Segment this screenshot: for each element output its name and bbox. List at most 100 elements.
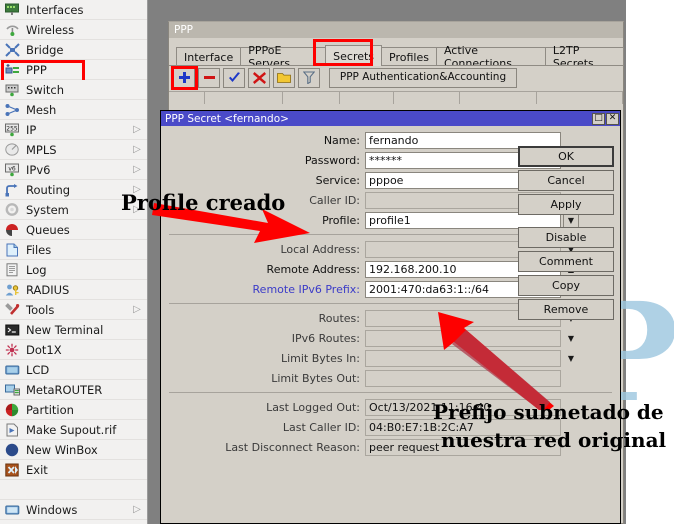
field-label: Remote Address: bbox=[167, 263, 365, 276]
winbox-sidebar-menu: Interfaces Wireless BridgePPPSwitchMesh 255… bbox=[0, 0, 148, 524]
tab-secrets[interactable]: Secrets bbox=[325, 45, 382, 66]
dialog-title: PPP Secret <fernando> bbox=[165, 113, 289, 125]
chevron-right-icon: ▷ bbox=[131, 304, 143, 315]
ppp-icon bbox=[4, 62, 20, 78]
sidebar-item-label: Routing bbox=[26, 183, 131, 197]
svg-text:v6: v6 bbox=[8, 165, 16, 172]
sidebar-item-radius[interactable]: RADIUS bbox=[0, 280, 147, 300]
ok-button-label: OK bbox=[558, 150, 574, 163]
field-label: Last Logged Out: bbox=[167, 401, 365, 414]
remove-button[interactable]: Remove bbox=[518, 299, 614, 320]
dialog-button-column: OK Cancel Apply Disable Comment Copy bbox=[518, 146, 614, 320]
radius-icon bbox=[4, 282, 20, 298]
exit-icon bbox=[4, 462, 20, 478]
section-divider bbox=[169, 392, 612, 393]
enable-button[interactable] bbox=[223, 68, 245, 88]
sidebar-item-label: Dot1X bbox=[26, 343, 131, 357]
field-label: Name: bbox=[167, 134, 365, 147]
sidebar-item-tools[interactable]: Tools▷ bbox=[0, 300, 147, 320]
sidebar-item-bridge[interactable]: Bridge bbox=[0, 40, 147, 60]
disable-entry-button[interactable]: Disable bbox=[518, 227, 614, 248]
comment-entry-button[interactable]: Comment bbox=[518, 251, 614, 272]
tab-active-connections[interactable]: Active Connections bbox=[436, 47, 546, 66]
remove-button[interactable] bbox=[198, 68, 220, 88]
plus-icon bbox=[178, 71, 191, 84]
ipv6-icon: v6 bbox=[4, 162, 20, 178]
ppp-tab-bar: Interface PPPoE Servers Secrets Profiles… bbox=[169, 44, 623, 66]
close-icon: ✕ bbox=[609, 114, 617, 123]
comment-button-label: Comment bbox=[539, 255, 593, 268]
apply-button-label: Apply bbox=[550, 198, 581, 211]
ok-button[interactable]: OK bbox=[518, 146, 614, 167]
ppp-authentication-accounting-button[interactable]: PPP Authentication&Accounting bbox=[329, 68, 517, 88]
sidebar-item-label: Wireless bbox=[26, 23, 131, 37]
disable-button-label: Disable bbox=[546, 231, 587, 244]
cancel-button[interactable]: Cancel bbox=[518, 170, 614, 191]
expand-down-arrow-icon[interactable]: ▼ bbox=[563, 350, 579, 367]
screenshot-root: InterfacesWirelessBridgePPPSwitchMesh255… bbox=[0, 0, 674, 524]
expand-down-arrow-icon[interactable]: ▼ bbox=[563, 330, 579, 347]
copy-button[interactable]: Copy bbox=[518, 275, 614, 296]
apply-button[interactable]: Apply bbox=[518, 194, 614, 215]
sidebar-item-files[interactable]: Files bbox=[0, 240, 147, 260]
sidebar-item-label: RADIUS bbox=[26, 283, 131, 297]
ppp-window-title: PPP bbox=[174, 24, 193, 36]
interfaces-icon bbox=[4, 2, 20, 18]
x-mark-icon bbox=[253, 72, 266, 84]
field-label: IPv6 Routes: bbox=[167, 332, 365, 345]
ppp-auth-button-label: PPP Authentication&Accounting bbox=[340, 72, 506, 83]
close-button[interactable]: ✕ bbox=[606, 113, 619, 125]
sidebar-item-interfaces[interactable]: Interfaces bbox=[0, 0, 147, 20]
partition-icon bbox=[4, 402, 20, 418]
sidebar-item-label: Log bbox=[26, 263, 131, 277]
sidebar-item-ip[interactable]: 255IP▷ bbox=[0, 120, 147, 140]
sidebar-item-queues[interactable]: Queues bbox=[0, 220, 147, 240]
ip-icon: 255 bbox=[4, 122, 20, 138]
folder-icon bbox=[277, 72, 291, 84]
wireless-icon bbox=[4, 22, 20, 38]
sidebar-item-mpls[interactable]: MPLS▷ bbox=[0, 140, 147, 160]
tab-interface[interactable]: Interface bbox=[176, 47, 241, 66]
tab-profiles[interactable]: Profiles bbox=[381, 47, 437, 66]
comment-button[interactable] bbox=[273, 68, 295, 88]
sidebar-item-partition[interactable]: Partition bbox=[0, 400, 147, 420]
form-row: Limit Bytes Out: bbox=[161, 369, 620, 388]
sidebar-item-new-winbox[interactable]: New WinBox bbox=[0, 440, 147, 460]
sidebar-item-exit[interactable]: Exit bbox=[0, 460, 147, 480]
field-input-limit-bytes-in[interactable] bbox=[365, 350, 561, 367]
maximize-button[interactable]: □ bbox=[592, 113, 605, 125]
sidebar-item-windows[interactable]: Windows▷ bbox=[0, 500, 147, 520]
sidebar-item-metarouter[interactable]: MetaROUTER bbox=[0, 380, 147, 400]
sidebar-item-lcd[interactable]: LCD bbox=[0, 360, 147, 380]
sidebar-item-label: MPLS bbox=[26, 143, 131, 157]
sidebar-item-switch[interactable]: Switch bbox=[0, 80, 147, 100]
sidebar-item-dot1x[interactable]: Dot1X bbox=[0, 340, 147, 360]
dialog-titlebar: PPP Secret <fernando> □ ✕ bbox=[161, 111, 620, 126]
sidebar-item-label: System bbox=[26, 203, 131, 217]
field-input-limit-bytes-out[interactable] bbox=[365, 370, 561, 387]
field-input-ipv6-routes[interactable] bbox=[365, 330, 561, 347]
switch-icon bbox=[4, 82, 20, 98]
sidebar-item-ppp[interactable]: PPP bbox=[0, 60, 147, 80]
sidebar-item-new-terminal[interactable]: New Terminal bbox=[0, 320, 147, 340]
add-button[interactable] bbox=[173, 68, 195, 88]
sidebar-item-label: LCD bbox=[26, 363, 131, 377]
button-gap bbox=[518, 218, 614, 224]
sidebar-item-mesh[interactable]: Mesh bbox=[0, 100, 147, 120]
dialog-body: Name:fernandoPassword:******▲Service:ppp… bbox=[161, 126, 620, 524]
filter-button[interactable] bbox=[298, 68, 320, 88]
disable-button[interactable] bbox=[248, 68, 270, 88]
sidebar-item-label: MetaROUTER bbox=[26, 383, 131, 397]
sidebar-item-wireless[interactable]: Wireless bbox=[0, 20, 147, 40]
sidebar-item-label: IP bbox=[26, 123, 131, 137]
sidebar-item-make-supout-rif[interactable]: Make Supout.rif bbox=[0, 420, 147, 440]
routing-icon bbox=[4, 182, 20, 198]
sidebar-item-log[interactable]: Log bbox=[0, 260, 147, 280]
field-label: Last Disconnect Reason: bbox=[167, 441, 365, 454]
tab-l2tp-secrets[interactable]: L2TP Secrets bbox=[545, 47, 624, 66]
field-label: Limit Bytes In: bbox=[167, 352, 365, 365]
form-row: Limit Bytes In: ▼ bbox=[161, 349, 620, 368]
ppp-secret-dialog: PPP Secret <fernando> □ ✕ Name:fernandoP… bbox=[160, 110, 621, 524]
sidebar-item-ipv6[interactable]: v6IPv6▷ bbox=[0, 160, 147, 180]
tab-pppoe-servers[interactable]: PPPoE Servers bbox=[240, 47, 326, 66]
